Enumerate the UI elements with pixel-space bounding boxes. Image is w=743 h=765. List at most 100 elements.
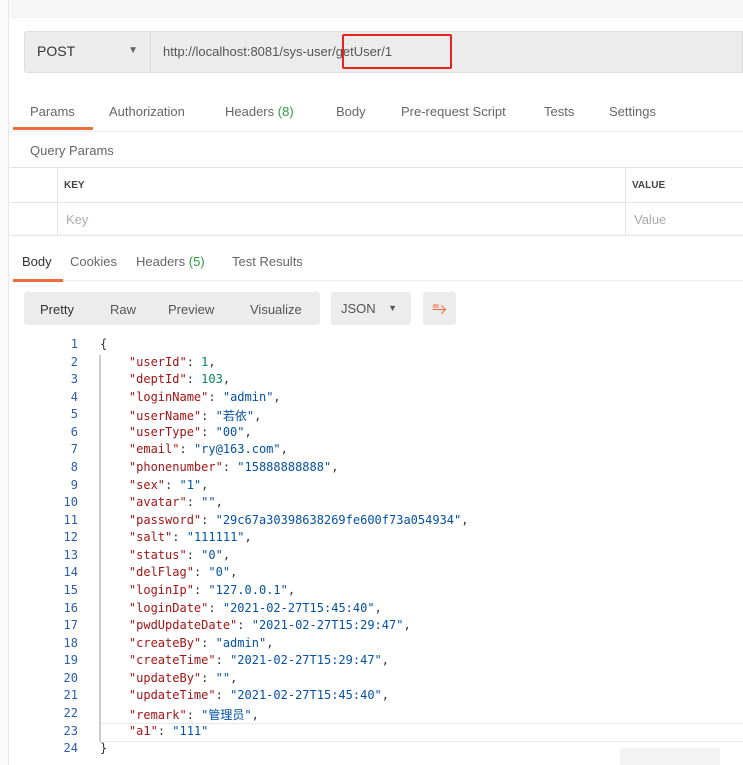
line-number: 17 [63,618,78,633]
tab-settings[interactable]: Settings [609,104,656,119]
json-value: "2021-02-27T15:45:40" [230,688,382,703]
json-key: "avatar" [128,495,187,510]
json-key: "userId" [128,354,187,369]
json-value: "127.0.0.1" [208,582,288,597]
line-number: 13 [63,547,78,562]
tab-response-headers[interactable]: Headers (5) [136,254,205,269]
json-key: "salt" [128,530,173,545]
code-line: "salt": "111111", [128,530,252,545]
json-key: "email" [128,442,180,457]
tab-params[interactable]: Params [30,104,75,119]
tab-pre-request-script[interactable]: Pre-request Script [401,104,506,119]
tab-tests[interactable]: Tests [544,104,574,119]
json-value: "111" [172,723,209,738]
line-number: 24 [63,741,78,756]
line-number: 18 [63,635,78,650]
json-key: "status" [128,547,187,562]
code-line: "userId": 1, [128,354,216,369]
code-line: } [100,741,108,756]
json-value: "若依" [215,409,255,424]
json-key: "updateBy" [128,670,202,685]
json-value: "2021-02-27T15:29:47" [230,653,382,668]
code-line: "loginName": "admin", [128,389,281,404]
json-key: "a1" [128,723,158,738]
tab-response-body[interactable]: Body [22,254,52,269]
response-tabs: Body Cookies Headers (5) Test Results [10,246,743,282]
watermark [620,748,720,765]
line-number: 21 [63,688,78,703]
line-number: 5 [70,407,78,422]
tab-test-results[interactable]: Test Results [232,254,303,269]
format-select[interactable]: JSON ▼ [331,292,411,325]
json-value: "2021-02-27T15:29:47" [251,618,404,633]
line-number: 2 [70,354,78,369]
chevron-down-icon: ▼ [388,303,397,313]
tab-label: Headers [225,104,275,119]
json-key: "loginDate" [128,600,209,615]
tab-authorization[interactable]: Authorization [109,104,185,119]
json-value: "0" [208,565,231,580]
json-value: "0" [201,547,223,562]
line-number: 6 [70,424,78,439]
code-line: "pwdUpdateDate": "2021-02-27T15:29:47", [128,618,411,633]
tab-cookies[interactable]: Cookies [70,254,117,269]
json-key: "loginIp" [128,582,194,597]
json-value: "15888888888" [237,459,332,474]
tab-headers[interactable]: Headers (8) [225,104,294,119]
json-key: "updateTime" [128,688,216,703]
code-line: "loginDate": "2021-02-27T15:45:40", [128,600,382,615]
json-value: "admin" [215,635,267,650]
code-line: "email": "ry@163.com", [128,442,288,457]
line-number: 15 [63,582,78,597]
value-header: VALUE [632,180,666,191]
json-key: "remark" [128,707,187,722]
count-badge: (8) [277,104,294,119]
view-mode-group: Pretty Raw Preview Visualize [24,292,320,325]
line-number: 4 [70,389,78,404]
code-line: "phonenumber": "15888888888", [128,459,339,474]
code-line: "loginIp": "127.0.0.1", [128,582,296,597]
pretty-button[interactable]: Pretty [40,302,74,317]
line-number: 14 [63,565,78,580]
wrap-lines-icon[interactable]: ⥱ [423,292,456,325]
key-input[interactable]: Key [66,212,88,227]
json-value: "00" [215,424,245,439]
tab-body[interactable]: Body [336,104,366,119]
query-params-title: Query Params [30,143,114,158]
line-number: 3 [70,372,78,387]
line-number: 20 [63,670,78,685]
line-number: 10 [63,495,78,510]
code-line: "userName": "若依", [128,409,262,424]
request-tabs: Params Authorization Headers (8) Body Pr… [10,92,743,132]
line-number: 23 [63,723,78,738]
line-number: 7 [70,442,78,457]
value-input[interactable]: Value [634,212,666,227]
line-number: 11 [63,512,78,527]
line-number: 22 [63,705,78,720]
raw-button[interactable]: Raw [110,302,136,317]
json-value: 1 [201,354,209,369]
json-key: "createTime" [128,653,216,668]
json-value: "1" [179,477,202,492]
query-params-table: KEY VALUE Key Value [10,167,743,236]
tab-bar [10,0,743,18]
visualize-button[interactable]: Visualize [250,302,302,317]
code-line: "a1": "111" [128,723,209,738]
code-line: "status": "0", [128,547,231,562]
line-number: 1 [70,337,78,351]
code-line: "deptId": 103, [128,372,231,387]
line-number: 9 [70,477,78,492]
json-value: "29c67a30398638269fe600f73a054934" [215,512,462,527]
json-key: "loginName" [128,389,209,404]
preview-button[interactable]: Preview [168,302,214,317]
json-key: "userType" [128,424,202,439]
tab-label: Headers [136,254,186,269]
json-key: "sex" [128,477,166,492]
code-line: "sex": "1", [128,477,209,492]
json-key: "deptId" [128,372,187,387]
active-tab-indicator [13,127,93,130]
json-key: "delFlag" [128,565,194,580]
highlight-box [342,34,452,69]
method-select[interactable]: POST ▼ [25,32,151,72]
json-value: "" [201,495,216,510]
